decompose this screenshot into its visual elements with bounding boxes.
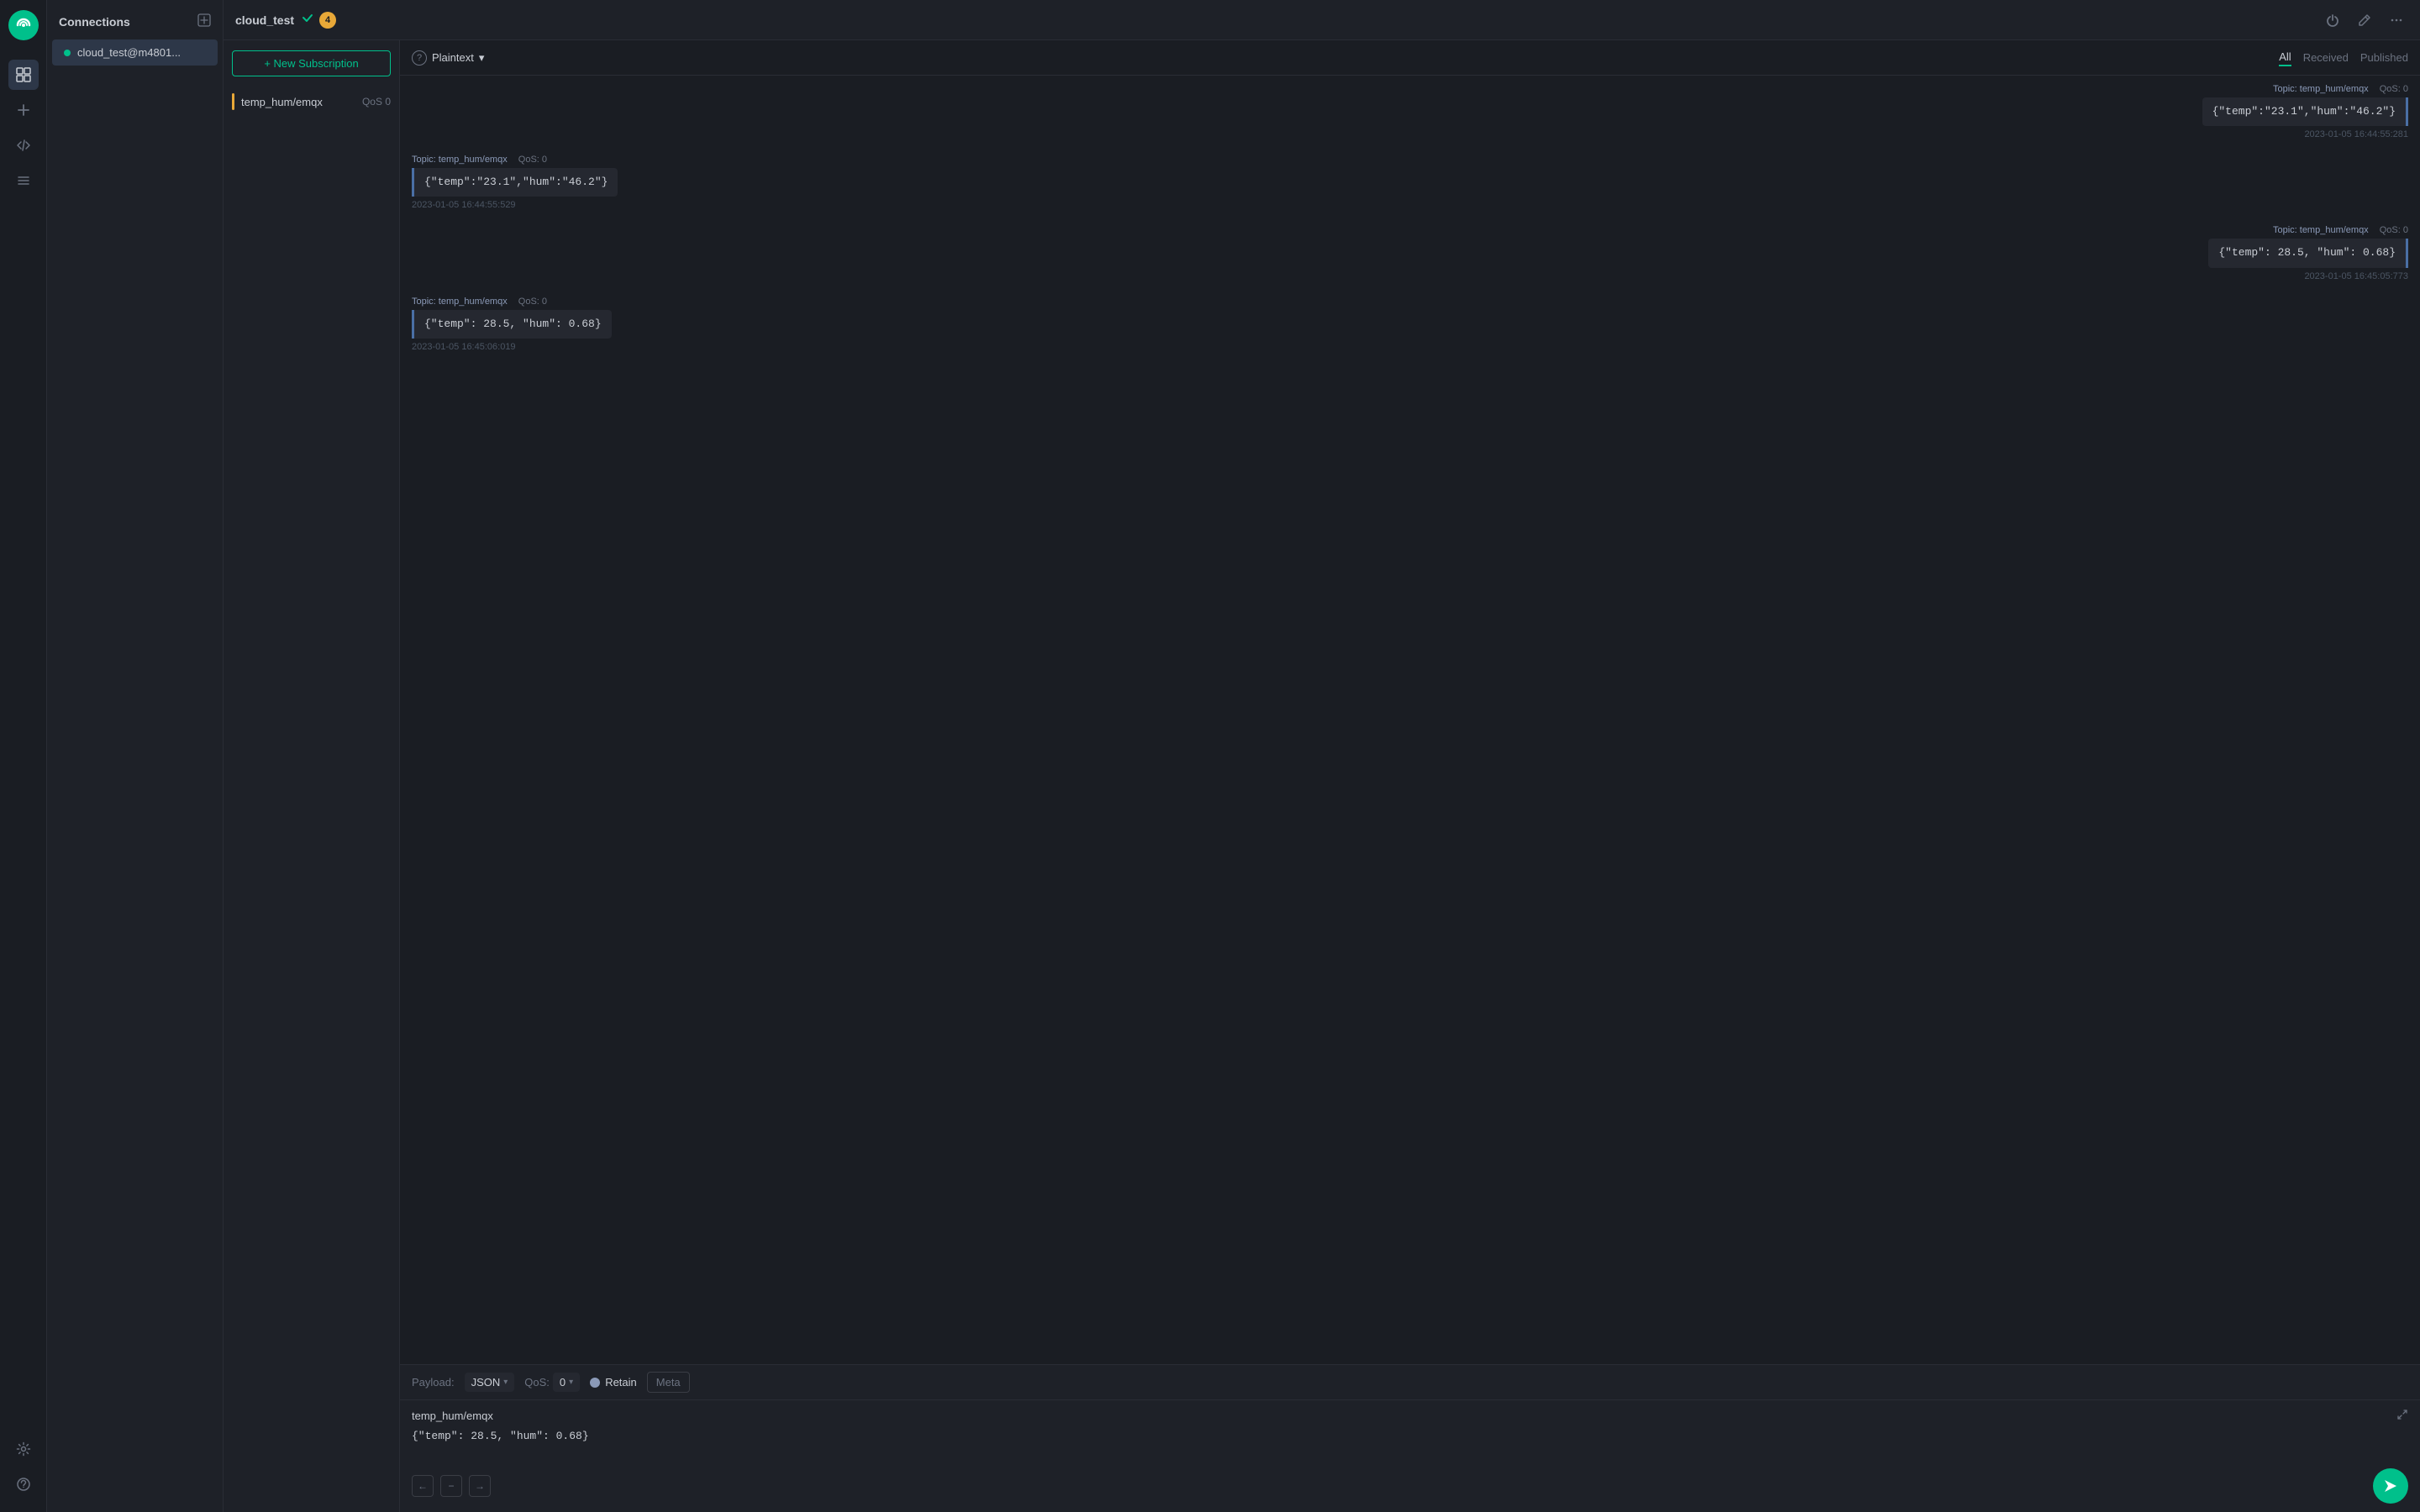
qos-selector: QoS: 0 ▾ (524, 1373, 580, 1392)
code-icon[interactable] (8, 130, 39, 160)
message-bubble: Topic: temp_hum/emqx QoS: 0 {"temp":"23.… (2202, 84, 2408, 139)
message-row: Topic: temp_hum/emqx QoS: 0 {"temp": 28.… (412, 297, 2408, 352)
message-meta: Topic: temp_hum/emqx QoS: 0 (2202, 84, 2408, 94)
message-row: Topic: temp_hum/emqx QoS: 0 {"temp":"23.… (412, 155, 2408, 210)
payload-format-value: JSON (471, 1376, 501, 1389)
message-row: Topic: temp_hum/emqx QoS: 0 {"temp": 28.… (412, 225, 2408, 281)
connection-item[interactable]: cloud_test@m4801... (52, 39, 218, 66)
sidebar-header: Connections (47, 0, 223, 39)
send-button[interactable] (2373, 1468, 2408, 1504)
format-selector[interactable]: ? Plaintext ▾ (412, 50, 484, 66)
connection-status-dot (64, 50, 71, 56)
content-area: + New Subscription temp_hum/emqx QoS 0 ?… (224, 40, 2420, 1512)
message-timestamp: 2023-01-05 16:45:06:019 (412, 342, 612, 352)
publish-bar: Payload: JSON ▾ QoS: 0 ▾ Retai (400, 1364, 2420, 1512)
message-topic: Topic: temp_hum/emqx (2273, 225, 2369, 235)
icon-bar (0, 0, 47, 1512)
publish-input-area: temp_hum/emqx {"temp": 28.5, "hum": 0.68… (400, 1400, 2420, 1463)
next-message-button[interactable]: → (469, 1475, 491, 1497)
format-label: Plaintext (432, 51, 474, 64)
message-row: Topic: temp_hum/emqx QoS: 0 {"temp":"23.… (412, 84, 2408, 139)
more-menu-button[interactable] (2385, 8, 2408, 32)
message-qos: QoS: 0 (518, 155, 547, 165)
message-topic: Topic: temp_hum/emqx (412, 155, 508, 165)
subscriptions-panel: + New Subscription temp_hum/emqx QoS 0 (224, 40, 400, 1512)
subscription-topic: temp_hum/emqx (241, 96, 357, 108)
payload-format-selector[interactable]: JSON ▾ (465, 1373, 515, 1392)
message-content: {"temp": 28.5, "hum": 0.68} (412, 310, 612, 339)
list-icon[interactable] (8, 165, 39, 196)
filter-tab-received[interactable]: Received (2303, 50, 2349, 66)
sidebar: Connections cloud_test@m4801... (47, 0, 224, 1512)
app-logo (8, 10, 39, 40)
message-qos: QoS: 0 (2380, 225, 2408, 235)
topbar-connection-title: cloud_test (235, 13, 294, 27)
filter-tabs: All Received Published (2279, 49, 2408, 66)
edit-button[interactable] (2353, 8, 2376, 32)
message-meta: Topic: temp_hum/emqx QoS: 0 (412, 297, 612, 307)
sub-panel-header: + New Subscription (224, 40, 399, 87)
sidebar-title: Connections (59, 15, 130, 29)
message-meta: Topic: temp_hum/emqx QoS: 0 (412, 155, 618, 165)
message-timestamp: 2023-01-05 16:44:55:281 (2202, 129, 2408, 139)
retain-label: Retain (605, 1376, 637, 1389)
topbar: cloud_test 4 (224, 0, 2420, 40)
qos-chevron-icon: ▾ (569, 1378, 573, 1387)
power-button[interactable] (2321, 8, 2344, 32)
publish-actions: ← − → (400, 1463, 2420, 1512)
main-panel: cloud_test 4 (224, 0, 2420, 1512)
connection-name: cloud_test@m4801... (77, 46, 181, 59)
format-chevron-icon: ▾ (479, 51, 485, 65)
qos-label: QoS: (524, 1376, 550, 1389)
message-meta: Topic: temp_hum/emqx QoS: 0 (2208, 225, 2408, 235)
new-subscription-button[interactable]: + New Subscription (232, 50, 391, 76)
retain-toggle[interactable]: Retain (590, 1376, 637, 1389)
expand-icon[interactable] (2396, 1409, 2408, 1423)
message-timestamp: 2023-01-05 16:44:55:529 (412, 200, 618, 210)
message-timestamp: 2023-01-05 16:45:05:773 (2208, 271, 2408, 281)
qos-value: 0 (560, 1376, 566, 1389)
topic-input[interactable]: temp_hum/emqx (412, 1410, 2396, 1422)
subscription-item[interactable]: temp_hum/emqx QoS 0 (224, 87, 399, 117)
qos-value-selector[interactable]: 0 ▾ (553, 1373, 580, 1392)
subscription-color-indicator (232, 93, 234, 110)
topbar-actions (2321, 8, 2408, 32)
message-bubble: Topic: temp_hum/emqx QoS: 0 {"temp":"23.… (412, 155, 618, 210)
message-content: {"temp":"23.1","hum":"46.2"} (412, 168, 618, 197)
subscription-qos: QoS 0 (362, 96, 391, 108)
publish-nav: ← − → (412, 1475, 491, 1497)
payload-format-chevron-icon: ▾ (503, 1378, 508, 1387)
sidebar-add-button[interactable] (197, 13, 211, 29)
message-qos: QoS: 0 (2380, 84, 2408, 94)
help-icon[interactable] (8, 1469, 39, 1499)
message-bubble: Topic: temp_hum/emqx QoS: 0 {"temp": 28.… (412, 297, 612, 352)
settings-icon[interactable] (8, 1434, 39, 1464)
message-content: {"temp":"23.1","hum":"46.2"} (2202, 97, 2408, 126)
payload-input[interactable]: {"temp": 28.5, "hum": 0.68} (412, 1428, 2408, 1455)
add-icon[interactable] (8, 95, 39, 125)
message-topic: Topic: temp_hum/emqx (2273, 84, 2369, 94)
publish-options: Payload: JSON ▾ QoS: 0 ▾ Retai (400, 1365, 2420, 1400)
message-topic: Topic: temp_hum/emqx (412, 297, 508, 307)
clear-message-button[interactable]: − (440, 1475, 462, 1497)
meta-button[interactable]: Meta (647, 1372, 690, 1393)
prev-message-button[interactable]: ← (412, 1475, 434, 1497)
messages-list: Topic: temp_hum/emqx QoS: 0 {"temp":"23.… (400, 76, 2420, 1364)
connections-icon[interactable] (8, 60, 39, 90)
message-bubble: Topic: temp_hum/emqx QoS: 0 {"temp": 28.… (2208, 225, 2408, 281)
messages-area: ? Plaintext ▾ All Received Published Top… (400, 40, 2420, 1512)
message-content: {"temp": 28.5, "hum": 0.68} (2208, 239, 2408, 267)
topbar-connected-icon (301, 11, 314, 29)
messages-header: ? Plaintext ▾ All Received Published (400, 40, 2420, 76)
topbar-badge: 4 (319, 12, 336, 29)
topic-row: temp_hum/emqx (412, 1409, 2408, 1423)
retain-dot-icon (590, 1378, 600, 1388)
payload-label: Payload: (412, 1376, 455, 1389)
message-qos: QoS: 0 (518, 297, 547, 307)
filter-tab-all[interactable]: All (2279, 49, 2291, 66)
filter-tab-published[interactable]: Published (2360, 50, 2408, 66)
format-help-icon: ? (412, 50, 427, 66)
